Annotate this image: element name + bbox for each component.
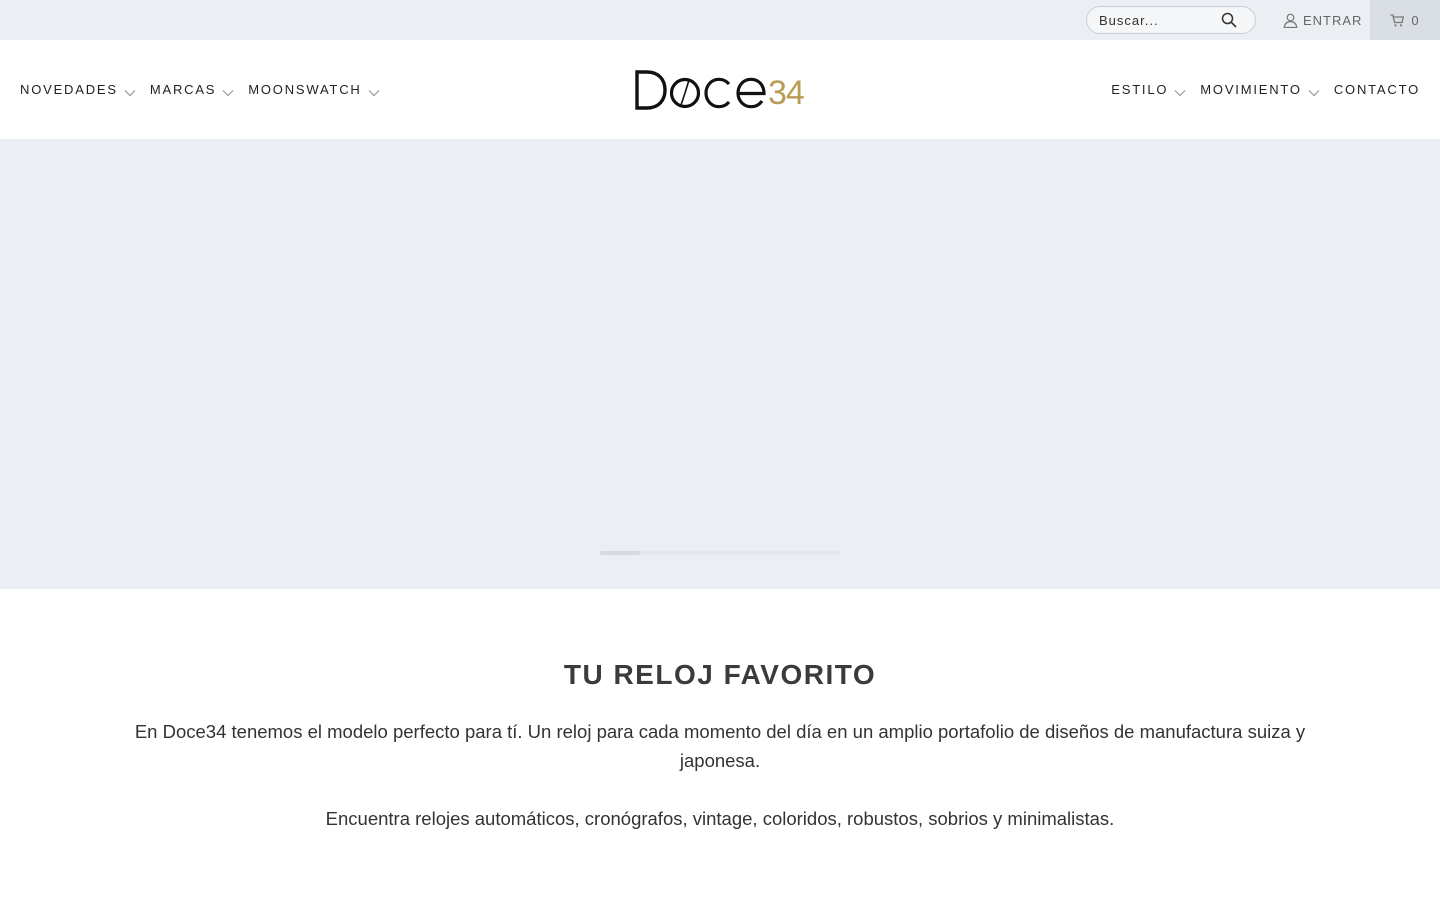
search-input[interactable] [1099,7,1219,33]
login-label: ENTRAR [1303,12,1363,28]
cart-button[interactable]: 0 [1370,0,1440,40]
intro-paragraph: Encuentra relojes automáticos, cronógraf… [325,808,1115,829]
main-nav-right: ESTILO MOVIMIENTO CONTACTO [1111,81,1420,97]
nav-item-label: NOVEDADES [20,81,118,97]
chevron-down-icon [124,85,136,97]
top-utility-bar: ENTRAR 0 [0,0,1440,40]
slider-progress-bar[interactable] [600,551,840,555]
nav-item-novedades[interactable]: NOVEDADES [20,82,136,97]
intro-paragraph: En Doce34 tenemos el modelo perfecto par… [134,721,1306,771]
nav-item-label: ESTILO [1111,81,1169,97]
nav-item-moonswatch[interactable]: MOONSWATCH [248,81,380,97]
main-header: NOVEDADES MARCAS MOONSWATCH 34 ESTILO MO… [0,40,1440,139]
logo-accent-text: 34 [768,74,805,112]
hero-slider[interactable] [0,139,1440,589]
section-title: TU RELOJ FAVORITO [563,659,877,690]
nav-item-label: CONTACTO [1333,81,1420,97]
intro-section: TU RELOJ FAVORITO En Doce34 tenemos el m… [0,589,1440,900]
main-nav-left: NOVEDADES MARCAS MOONSWATCH [20,81,394,97]
nav-item-label: MARCAS [149,81,217,97]
nav-item-contacto[interactable]: CONTACTO [1334,82,1420,97]
login-link[interactable]: ENTRAR [1283,12,1362,28]
slider-progress-fill [600,551,640,555]
nav-item-estilo[interactable]: ESTILO [1111,82,1186,97]
site-logo[interactable]: 34 [634,68,814,112]
chevron-down-icon [222,85,234,97]
nav-item-label: MOONSWATCH [248,81,362,97]
nav-item-label: MOVIMIENTO [1200,81,1302,97]
chevron-down-icon [1308,85,1320,97]
nav-item-marcas[interactable]: MARCAS [150,82,234,97]
chevron-down-icon [1174,85,1186,97]
chevron-down-icon [368,85,380,97]
search-box [1086,6,1256,34]
cart-icon [1390,13,1405,27]
nav-item-movimiento[interactable]: MOVIMIENTO [1200,82,1320,97]
user-icon [1283,13,1298,28]
search-icon[interactable] [1221,12,1237,28]
cart-count: 0 [1411,12,1420,28]
